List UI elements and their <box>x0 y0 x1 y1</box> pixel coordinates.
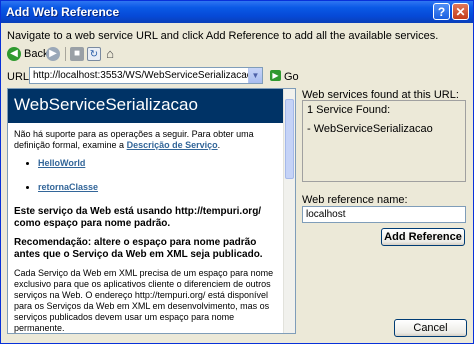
instruction-text: Navigate to a web service URL and click … <box>7 30 439 42</box>
forward-button[interactable]: ▶ <box>46 46 60 62</box>
title-bar[interactable]: Add Web Reference ? ✕ <box>1 1 473 23</box>
found-services-box: 1 Service Found: - WebServiceSerializaca… <box>302 100 466 182</box>
refresh-button[interactable]: ↻ <box>87 46 101 62</box>
arrow-left-icon: ◀ <box>7 47 21 61</box>
home-button[interactable]: ⌂ <box>103 46 117 62</box>
help-icon[interactable]: ? <box>433 3 450 20</box>
intro-end: . <box>217 140 221 150</box>
url-input[interactable]: http://localhost:3553/WS/WebServiceSeria… <box>29 67 263 84</box>
operation-link-helloworld[interactable]: HelloWorld <box>38 158 85 168</box>
found-service-item: - WebServiceSerializacao <box>307 123 433 135</box>
service-description: Não há suporte para as operações a segui… <box>14 129 282 333</box>
reference-name-label: Web reference name: <box>302 194 408 206</box>
chevron-down-icon[interactable]: ▼ <box>248 68 262 83</box>
service-title: WebServiceSerializacao <box>14 95 198 114</box>
window-title: Add Web Reference <box>6 5 120 19</box>
operation-item: retornaClasse <box>38 182 282 193</box>
close-icon[interactable]: ✕ <box>452 3 469 20</box>
service-header: WebServiceSerializacao <box>8 89 285 123</box>
go-icon[interactable]: ▶ <box>270 70 281 81</box>
back-label: Back <box>24 48 49 60</box>
back-button[interactable]: ◀ Back <box>7 46 48 62</box>
cancel-button[interactable]: Cancel <box>394 319 467 337</box>
services-count: 1 Service Found: <box>307 104 391 116</box>
browser-pane: WebServiceSerializacao Não há suporte pa… <box>7 88 296 334</box>
arrow-right-icon: ▶ <box>46 47 60 61</box>
add-web-reference-dialog: Add Web Reference ? ✕ Navigate to a web … <box>0 0 474 344</box>
home-icon: ⌂ <box>106 46 114 61</box>
recommendation-text: Recomendação: altere o espaço para nome … <box>14 237 263 260</box>
details-text: Cada Serviço da Web em XML precisa de um… <box>14 268 274 333</box>
service-description-link[interactable]: Descrição de Serviço <box>127 140 218 150</box>
browser-scrollbar[interactable] <box>283 89 295 333</box>
refresh-icon: ↻ <box>87 47 101 61</box>
reference-name-input[interactable]: localhost <box>302 206 466 223</box>
namespace-notice: Este serviço da Web está usando http://t… <box>14 206 262 229</box>
stop-icon: ■ <box>70 47 84 61</box>
intro-paragraph: Não há suporte para as operações a segui… <box>14 129 282 151</box>
add-reference-button[interactable]: Add Reference <box>381 228 465 246</box>
stop-button[interactable]: ■ <box>70 46 84 62</box>
go-button[interactable]: Go <box>284 71 299 83</box>
scrollbar-thumb[interactable] <box>285 99 294 179</box>
operations-list: HelloWorld retornaClasse <box>14 158 282 193</box>
operation-link-retornaclasse[interactable]: retornaClasse <box>38 182 98 192</box>
operation-item: HelloWorld <box>38 158 282 169</box>
toolbar-separator <box>65 47 66 61</box>
